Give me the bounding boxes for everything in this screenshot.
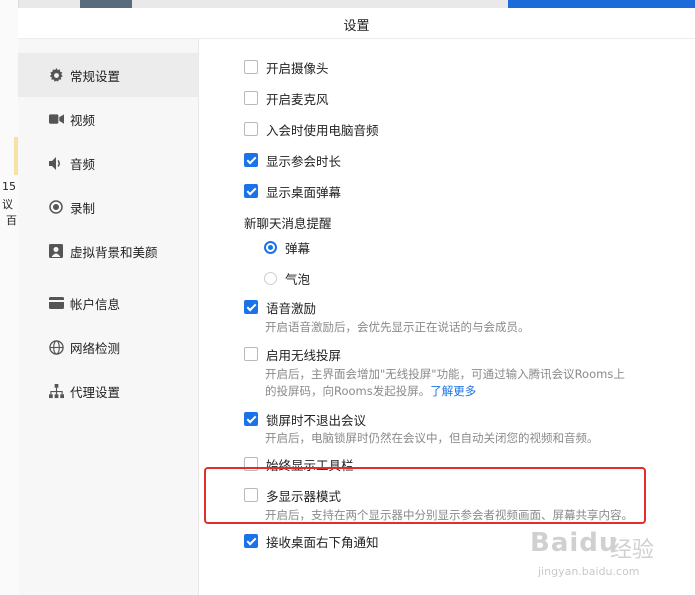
chat-notify-section-title: 新聊天消息提醒 bbox=[244, 216, 332, 231]
speaker-icon bbox=[48, 155, 64, 171]
option-label: 接收桌面右下角通知 bbox=[266, 534, 379, 550]
sidebar-item-proxy[interactable]: 代理设置 bbox=[18, 369, 198, 413]
watermark-url: jingyan.baidu.com bbox=[538, 565, 640, 578]
window-title: 设置 bbox=[343, 19, 370, 34]
sidebar-item-label: 网络检测 bbox=[70, 340, 121, 356]
background-tab bbox=[80, 0, 132, 8]
sidebar-item-general[interactable]: 常规设置 bbox=[18, 53, 198, 97]
desktop-notification-checkbox[interactable] bbox=[244, 534, 258, 548]
background-banner bbox=[508, 0, 695, 8]
wireless-projection-description-text: 的投屏码，向Rooms发起投屏。 bbox=[265, 384, 431, 398]
pc-audio-checkbox[interactable] bbox=[244, 122, 258, 136]
video-camera-icon bbox=[48, 111, 64, 127]
sidebar-item-label: 帐户信息 bbox=[70, 296, 121, 312]
sidebar-item-network-check[interactable]: 网络检测 bbox=[18, 325, 198, 369]
card-icon bbox=[48, 295, 64, 311]
option-desktop-notification[interactable]: 接收桌面右下角通知 bbox=[244, 531, 379, 551]
multi-monitor-highlight-box bbox=[204, 467, 646, 524]
globe-icon bbox=[48, 339, 64, 355]
radio-bubble[interactable]: 气泡 bbox=[264, 268, 310, 288]
settings-sidebar: 常规设置 视频 音频 录制 虚拟背景和美颜 帐户信息 网络检测 代理设置 bbox=[18, 39, 199, 595]
camera-checkbox[interactable] bbox=[244, 60, 258, 74]
option-label: 开启麦克风 bbox=[266, 91, 329, 107]
sidebar-item-virtual-background[interactable]: 虚拟背景和美颜 bbox=[18, 229, 198, 273]
background-text: 百 bbox=[6, 214, 17, 227]
option-pc-audio[interactable]: 入会时使用电脑音频 bbox=[244, 119, 379, 139]
background-text: 议 bbox=[2, 198, 13, 211]
sidebar-item-label: 常规设置 bbox=[70, 68, 121, 84]
option-label: 显示桌面弹幕 bbox=[266, 184, 342, 200]
baidu-jingyan-watermark: Baidu 经验 jingyan.baidu.com bbox=[530, 528, 680, 588]
sidebar-item-label: 代理设置 bbox=[70, 384, 121, 400]
lock-screen-checkbox[interactable] bbox=[244, 412, 258, 426]
bubble-radio[interactable] bbox=[264, 271, 277, 285]
watermark-text: 经验 bbox=[610, 538, 655, 563]
show-duration-checkbox[interactable] bbox=[244, 153, 258, 167]
mic-checkbox[interactable] bbox=[244, 91, 258, 105]
option-label: 锁屏时不退出会议 bbox=[266, 412, 367, 428]
network-icon bbox=[48, 383, 64, 399]
sidebar-item-label: 虚拟背景和美颜 bbox=[70, 244, 158, 260]
radio-label: 气泡 bbox=[285, 271, 311, 287]
background-text: 15 bbox=[2, 180, 16, 193]
gear-icon bbox=[48, 67, 64, 83]
portrait-icon bbox=[48, 243, 64, 259]
sidebar-item-audio[interactable]: 音频 bbox=[18, 141, 198, 185]
radio-danmaku[interactable]: 弹幕 bbox=[264, 237, 310, 257]
option-voice-motivation[interactable]: 语音激励 bbox=[244, 297, 316, 317]
desktop-danmaku-checkbox[interactable] bbox=[244, 184, 258, 198]
option-label: 启用无线投屏 bbox=[266, 347, 342, 363]
option-label: 入会时使用电脑音频 bbox=[266, 122, 379, 138]
sidebar-item-video[interactable]: 视频 bbox=[18, 97, 198, 141]
danmaku-radio[interactable] bbox=[264, 240, 277, 254]
option-show-duration[interactable]: 显示参会时长 bbox=[244, 150, 341, 170]
option-mic[interactable]: 开启麦克风 bbox=[244, 88, 329, 108]
option-label: 显示参会时长 bbox=[266, 153, 342, 169]
option-label: 开启摄像头 bbox=[266, 60, 329, 76]
sidebar-item-record[interactable]: 录制 bbox=[18, 185, 198, 229]
sidebar-item-label: 视频 bbox=[70, 112, 96, 128]
record-icon bbox=[48, 199, 64, 215]
option-lock-screen[interactable]: 锁屏时不退出会议 bbox=[244, 409, 366, 429]
option-wireless-projection[interactable]: 启用无线投屏 bbox=[244, 344, 341, 364]
option-label: 语音激励 bbox=[266, 300, 317, 316]
sidebar-item-label: 录制 bbox=[70, 200, 96, 216]
background-app-panel bbox=[0, 0, 19, 595]
option-camera[interactable]: 开启摄像头 bbox=[244, 57, 329, 77]
voice-motivation-checkbox[interactable] bbox=[244, 300, 258, 314]
wireless-projection-description-line1: 开启后，主界面会增加"无线投屏"功能，可通过输入腾讯会议Rooms上 bbox=[265, 367, 625, 381]
watermark-logo: Baidu bbox=[530, 528, 619, 558]
sidebar-item-account[interactable]: 帐户信息 bbox=[18, 281, 198, 325]
voice-motivation-description: 开启语音激励后，会优先显示正在说话的与会成员。 bbox=[265, 320, 530, 334]
lock-screen-description: 开启后，电脑锁屏时仍然在会议中，但自动关闭您的视频和音频。 bbox=[265, 431, 599, 445]
wireless-projection-description-line2: 的投屏码，向Rooms发起投屏。了解更多 bbox=[265, 383, 476, 400]
title-bar[interactable]: 设置 bbox=[18, 8, 695, 39]
radio-label: 弹幕 bbox=[285, 240, 311, 256]
learn-more-link[interactable]: 了解更多 bbox=[430, 384, 476, 398]
sidebar-item-label: 音频 bbox=[70, 156, 96, 172]
wireless-projection-checkbox[interactable] bbox=[244, 347, 258, 361]
option-desktop-danmaku[interactable]: 显示桌面弹幕 bbox=[244, 181, 341, 201]
